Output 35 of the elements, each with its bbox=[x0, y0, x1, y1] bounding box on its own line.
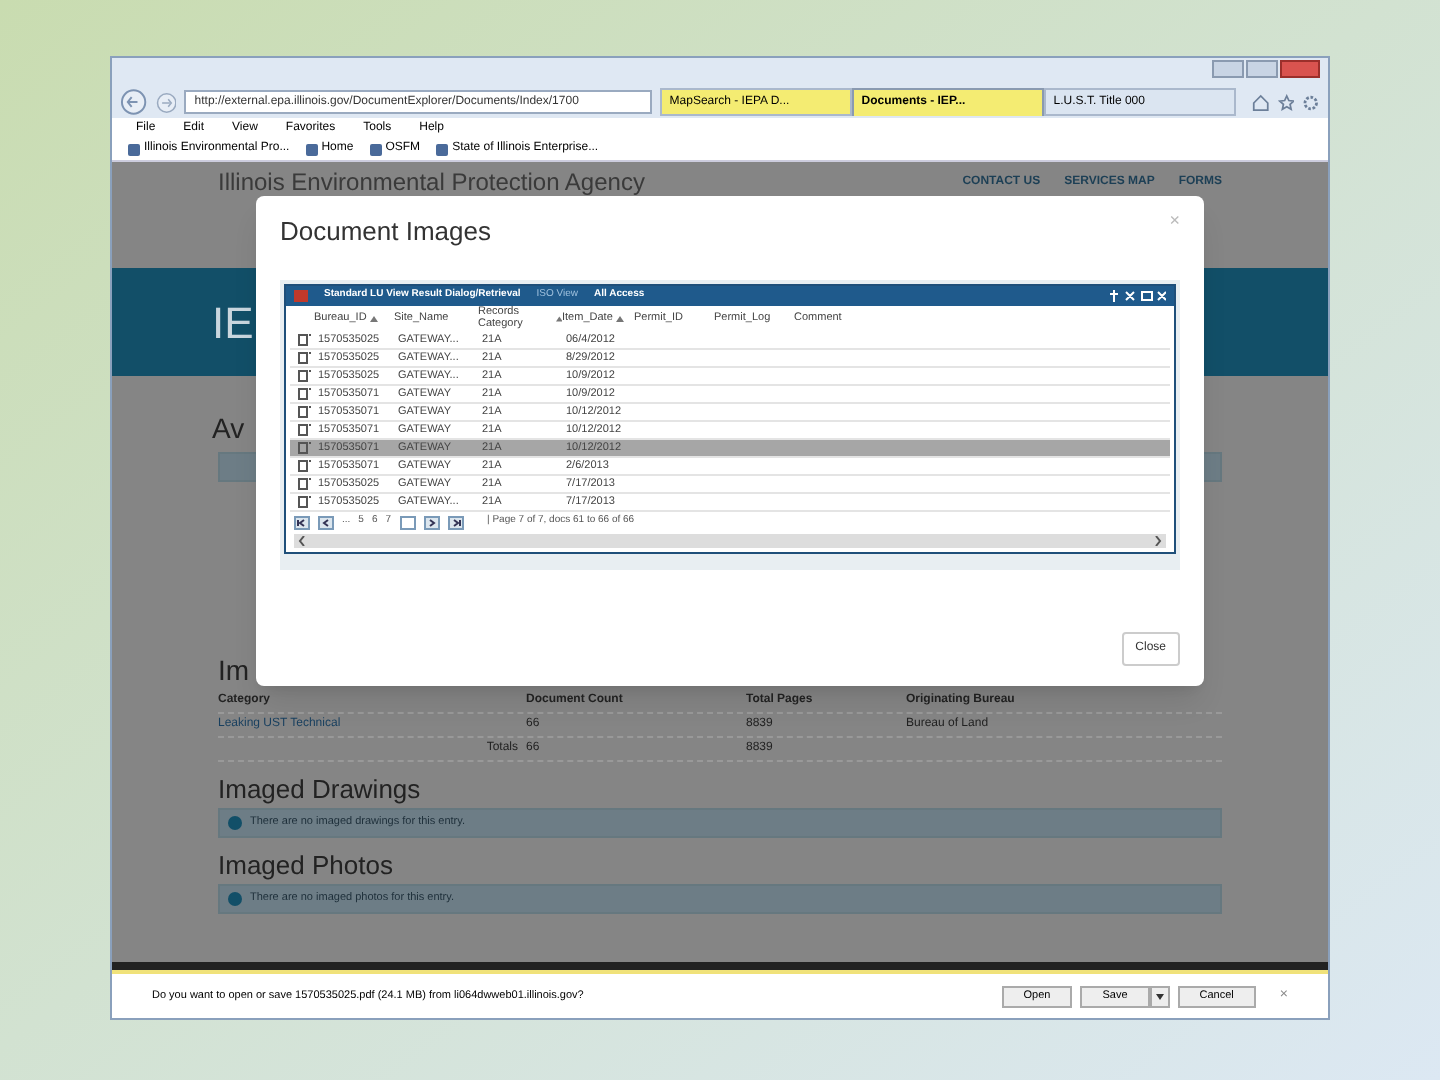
document-icon[interactable] bbox=[297, 441, 311, 454]
scroll-left-icon[interactable] bbox=[298, 535, 306, 545]
toolbar-icons-drawing[interactable] bbox=[1110, 289, 1166, 301]
document-icon[interactable] bbox=[297, 477, 311, 490]
document-icon[interactable] bbox=[297, 405, 311, 418]
modal-title: Document Images bbox=[280, 214, 491, 250]
back-icon[interactable] bbox=[120, 88, 148, 116]
settings-icon[interactable] bbox=[1302, 93, 1321, 111]
save-options-button[interactable] bbox=[1149, 985, 1170, 1007]
document-icon[interactable] bbox=[297, 423, 311, 436]
app-logo-icon bbox=[294, 289, 308, 301]
home-icon[interactable] bbox=[1251, 93, 1270, 111]
info-icon bbox=[228, 816, 242, 830]
next-page-icon[interactable] bbox=[423, 515, 440, 529]
last-page-icon[interactable] bbox=[447, 515, 464, 529]
document-icon[interactable] bbox=[297, 369, 311, 382]
document-icon[interactable] bbox=[297, 351, 311, 364]
section-heading: Im bbox=[218, 654, 250, 686]
document-icon[interactable] bbox=[297, 387, 311, 400]
scroll-right-icon[interactable] bbox=[1154, 535, 1162, 545]
document-icon[interactable] bbox=[297, 333, 311, 346]
section-heading: Imaged Drawings bbox=[218, 774, 421, 804]
agency-name: Illinois Environmental Protection Agency bbox=[218, 166, 645, 200]
horizontal-scrollbar[interactable] bbox=[294, 533, 1166, 547]
banner-text: IE bbox=[212, 295, 254, 351]
document-icon[interactable] bbox=[297, 495, 311, 508]
first-page-icon[interactable] bbox=[294, 515, 310, 529]
star-icon[interactable] bbox=[1277, 93, 1295, 111]
section-heading: Av bbox=[212, 412, 245, 444]
page-input[interactable] bbox=[399, 515, 416, 529]
previous-page-icon[interactable] bbox=[318, 515, 334, 529]
info-icon bbox=[228, 892, 242, 906]
section-heading: Imaged Photos bbox=[218, 850, 393, 880]
document-icon[interactable] bbox=[297, 459, 311, 472]
caret-icon bbox=[1155, 993, 1164, 999]
